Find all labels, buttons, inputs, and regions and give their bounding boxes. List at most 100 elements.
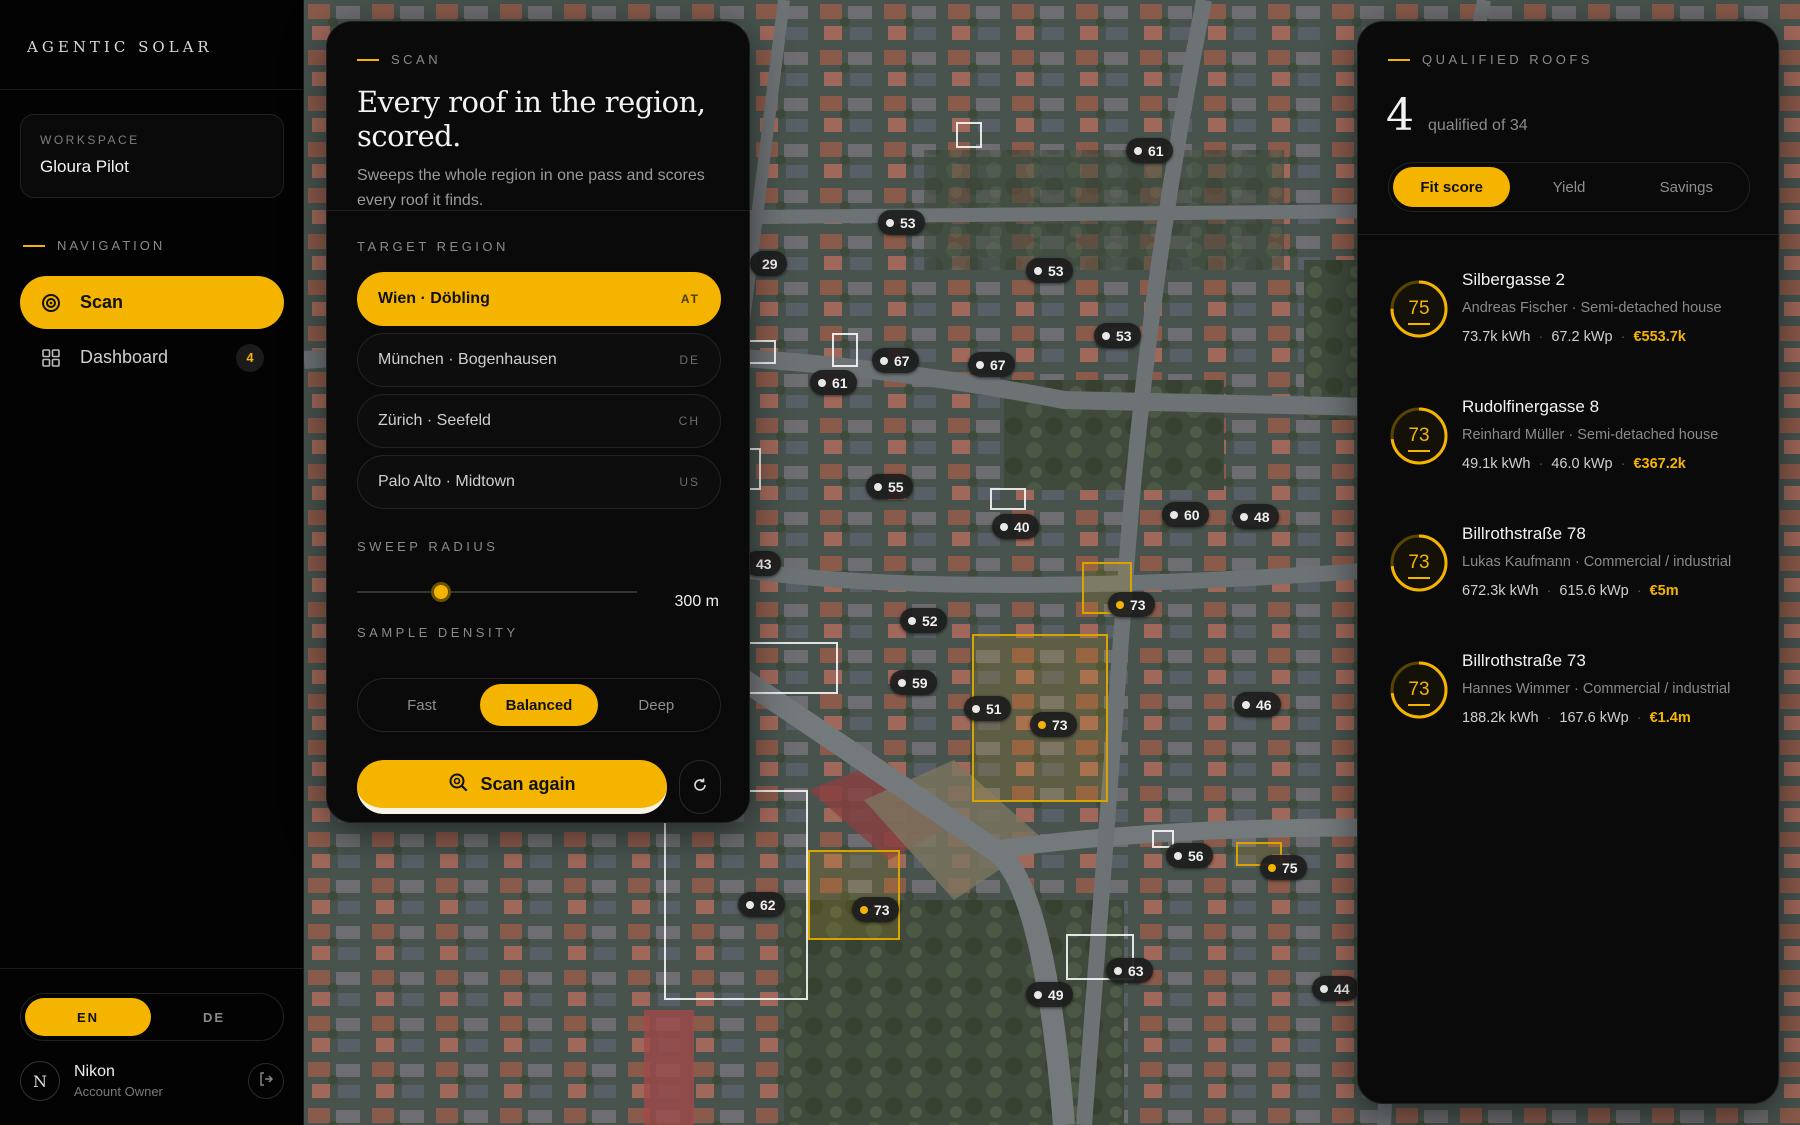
slider-thumb[interactable]	[431, 582, 451, 602]
pin-score: 59	[912, 674, 928, 691]
roof-score-pin[interactable]: 29	[750, 251, 787, 276]
roof-score-pin[interactable]: 63	[1106, 958, 1153, 983]
scan-panel-header: SCAN Every roof in the region, scored. S…	[327, 22, 749, 211]
fit-score-ring: 73	[1388, 659, 1450, 721]
region-name: Wien · Döbling	[378, 290, 490, 307]
roof-stats: 73.7k kWh · 67.2 kWp · €553.7k	[1462, 329, 1686, 345]
qualified-roof-score-pin[interactable]: 73	[1030, 712, 1077, 737]
fit-score-value: 75	[1408, 298, 1430, 319]
language-option-en[interactable]: EN	[25, 998, 151, 1036]
roof-savings: €1.4m	[1649, 710, 1691, 726]
roof-score-pin[interactable]: 67	[968, 352, 1015, 377]
region-code: AT	[680, 292, 700, 306]
region-name: Zürich · Seefeld	[378, 412, 491, 429]
nav-item-scan[interactable]: Scan	[20, 276, 284, 329]
navigation-title: NAVIGATION	[57, 238, 166, 253]
logout-button[interactable]	[248, 1063, 284, 1099]
roof-score-pin[interactable]: 53	[878, 210, 925, 235]
scan-button-label: Scan again	[480, 773, 576, 794]
pin-dot	[746, 900, 754, 909]
sort-tab-fit-score[interactable]: Fit score	[1393, 167, 1511, 207]
roof-energy: 73.7k kWh	[1462, 329, 1531, 345]
roof-score-pin[interactable]: 60	[1162, 502, 1209, 527]
scan-again-button[interactable]: Scan again	[357, 760, 667, 814]
roof-score-pin[interactable]: 51	[964, 696, 1011, 721]
roof-score-pin[interactable]: 46	[1234, 692, 1281, 717]
qualified-roof-outline[interactable]	[808, 850, 900, 940]
sweep-radius-slider[interactable]	[357, 582, 637, 602]
pin-score: 29	[762, 255, 778, 272]
stat-separator: ·	[1620, 456, 1626, 472]
roof-stats: 672.3k kWh · 615.6 kWp · €5m	[1462, 583, 1679, 599]
heading-dash	[1388, 58, 1410, 61]
roof-outline[interactable]	[990, 488, 1026, 510]
language-option-de[interactable]: DE	[151, 998, 277, 1036]
roof-score-pin[interactable]: 59	[890, 670, 937, 695]
pin-dot	[874, 482, 882, 491]
roof-score-pin[interactable]: 67	[872, 348, 919, 373]
roof-owner: Lukas Kaufmann · Commercial / industrial	[1462, 554, 1732, 570]
roof-power: 67.2 kWp	[1551, 329, 1613, 345]
roof-score-pin[interactable]: 61	[1126, 138, 1173, 163]
density-option-deep[interactable]: Deep	[598, 684, 715, 726]
roof-score-pin[interactable]: 55	[866, 474, 913, 499]
pin-score: 53	[1116, 327, 1132, 344]
qualified-roof-score-pin[interactable]: 75	[1260, 855, 1307, 880]
roof-list-item[interactable]: 73 Billrothstraße 78 Lukas Kaufmann · Co…	[1388, 524, 1750, 642]
roof-score-pin[interactable]: 44	[1312, 976, 1359, 1001]
region-code: US	[679, 475, 700, 489]
heading-dash	[357, 58, 379, 61]
sort-tab-yield[interactable]: Yield	[1510, 167, 1627, 207]
qualified-header: QUALIFIED ROOFS 4 qualified of 34 Fit sc…	[1358, 22, 1778, 235]
avatar[interactable]: N	[20, 1061, 60, 1101]
pin-dot	[1034, 266, 1042, 275]
density-option-balanced[interactable]: Balanced	[480, 684, 598, 726]
roof-list-item[interactable]: 73 Billrothstraße 73 Hannes Wimmer · Com…	[1388, 651, 1750, 769]
roof-list-item[interactable]: 75 Silbergasse 2 Andreas Fischer · Semi-…	[1388, 270, 1750, 388]
pin-score: 60	[1184, 506, 1200, 523]
reset-button[interactable]	[679, 760, 721, 814]
roof-score-pin[interactable]: 48	[1232, 504, 1279, 529]
roof-score-pin[interactable]: 53	[1094, 323, 1141, 348]
fit-score-value: 73	[1408, 425, 1430, 446]
pin-score: 56	[1188, 847, 1204, 864]
pin-score: 73	[1130, 596, 1146, 613]
pin-score: 75	[1282, 859, 1298, 876]
roof-list-item[interactable]: 73 Rudolfinergasse 8 Reinhard Müller · S…	[1388, 397, 1750, 515]
density-option-fast[interactable]: Fast	[363, 684, 480, 726]
roof-score-pin[interactable]: 53	[1026, 258, 1073, 283]
roof-outline[interactable]	[956, 122, 982, 148]
roof-owner: Hannes Wimmer · Commercial / industrial	[1462, 681, 1731, 697]
qualified-roof-score-pin[interactable]: 73	[1108, 592, 1155, 617]
scan-eyebrow: SCAN	[357, 52, 719, 67]
roof-score-pin[interactable]: 49	[1026, 982, 1073, 1007]
roof-savings: €5m	[1649, 583, 1679, 599]
region-option-wien[interactable]: Wien · Döbling AT	[357, 272, 721, 326]
pin-dot	[1320, 984, 1328, 993]
sort-tab-savings[interactable]: Savings	[1628, 167, 1745, 207]
pin-dot	[1134, 146, 1142, 155]
pin-score: 53	[1048, 262, 1064, 279]
roof-score-pin[interactable]: 52	[900, 608, 947, 633]
roof-power: 46.0 kWp	[1551, 456, 1613, 472]
region-option-muenchen[interactable]: München · Bogenhausen DE	[357, 333, 721, 387]
pin-dot	[1174, 851, 1182, 860]
sidebar-footer: EN DE N Nikon Account Owner	[0, 968, 304, 1125]
user-info: Nikon Account Owner	[74, 1063, 163, 1099]
scan-panel: SCAN Every roof in the region, scored. S…	[326, 21, 750, 823]
nav-item-label: Scan	[80, 292, 124, 312]
qualified-roof-score-pin[interactable]: 73	[852, 897, 899, 922]
pin-dot	[1114, 966, 1122, 975]
roof-score-pin[interactable]: 40	[992, 514, 1039, 539]
workspace-switcher[interactable]: WORKSPACE Gloura Pilot	[20, 114, 284, 198]
dashboard-count-badge: 4	[236, 343, 264, 372]
roof-score-pin[interactable]: 56	[1166, 843, 1213, 868]
region-option-zuerich[interactable]: Zürich · Seefeld CH	[357, 394, 721, 448]
nav-item-dashboard[interactable]: Dashboard 4	[20, 331, 284, 384]
region-option-palo-alto[interactable]: Palo Alto · Midtown US	[357, 455, 721, 509]
roof-score-pin[interactable]: 61	[810, 370, 857, 395]
roof-score-pin[interactable]: 62	[738, 892, 785, 917]
pin-score: 44	[1334, 980, 1350, 997]
roof-outline[interactable]	[832, 333, 858, 367]
sidebar: AGENTIC SOLAR WORKSPACE Gloura Pilot NAV…	[0, 0, 304, 1125]
